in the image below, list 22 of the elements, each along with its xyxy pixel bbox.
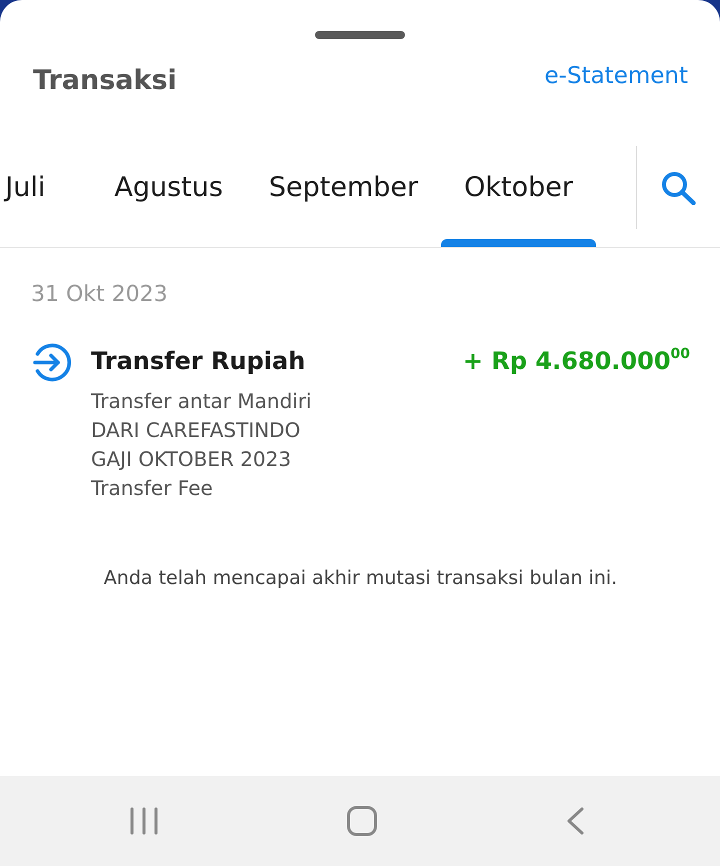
recent-apps-button[interactable] <box>130 807 158 835</box>
transaction-detail: GAJI OKTOBER 2023 <box>91 446 292 473</box>
month-tab[interactable]: Oktober <box>441 139 596 247</box>
back-button[interactable] <box>566 807 584 835</box>
month-tab[interactable]: Agustus <box>91 139 246 247</box>
chevron-left-icon <box>566 807 584 835</box>
search-icon <box>661 170 696 204</box>
e-statement-link[interactable]: e-Statement <box>544 61 688 91</box>
three-bars-icon <box>130 807 158 835</box>
date-header: 31 Okt 2023 <box>31 281 169 309</box>
home-button[interactable] <box>347 806 377 836</box>
month-tab[interactable]: September <box>246 139 442 247</box>
drag-handle[interactable] <box>315 31 405 39</box>
transaction-detail: Transfer antar Mandiri <box>91 388 312 415</box>
sheet-title: Transaksi <box>33 64 177 98</box>
transaction-detail: DARI CAREFASTINDO <box>91 417 300 444</box>
transaction-detail: Transfer Fee <box>91 475 213 502</box>
month-tab[interactable]: Juli <box>5 139 92 247</box>
transaction-amount: + Rp 4.680.000$^{00}$ <box>462 345 690 377</box>
rounded-square-icon <box>347 806 377 836</box>
transaction-title: Transfer Rupiah <box>91 346 306 377</box>
end-of-list-note: Anda telah mencapai akhir mutasi transaksi bulan ini. <box>104 566 618 591</box>
